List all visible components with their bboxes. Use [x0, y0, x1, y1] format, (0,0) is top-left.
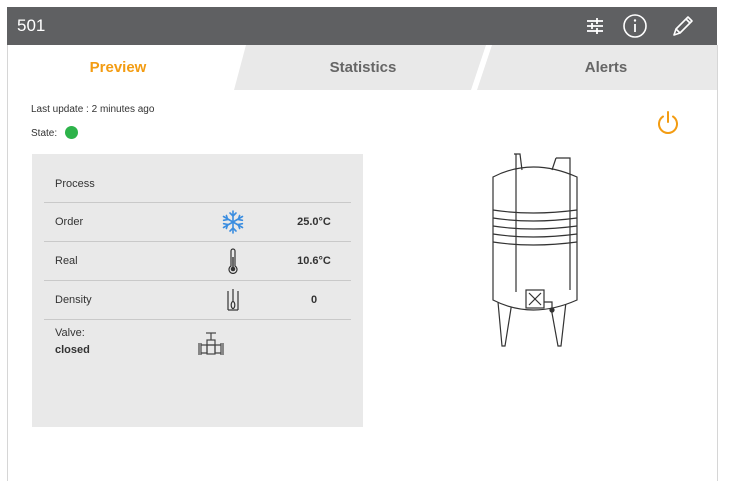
sliders-icon[interactable]	[581, 12, 609, 40]
tab-statistics[interactable]: Statistics	[308, 59, 418, 76]
tab-alerts[interactable]: Alerts	[556, 59, 656, 76]
row-value: 0	[310, 294, 318, 306]
tab-bar: Preview Statistics Alerts	[8, 45, 717, 90]
state-label: State:	[31, 128, 58, 139]
process-panel: Process Order 25.0°C Real 10.6°C Density…	[32, 154, 363, 427]
row-label: Real	[55, 255, 78, 267]
power-icon[interactable]	[654, 109, 682, 137]
process-row-real: Real 10.6°C	[44, 241, 351, 281]
top-bar: 501	[7, 7, 717, 45]
row-value: 10.6°C	[297, 255, 331, 267]
row-label: Order	[55, 216, 84, 228]
row-value: 25.0°C	[297, 216, 331, 228]
divider	[44, 319, 351, 320]
row-label: Density	[55, 294, 92, 306]
info-icon[interactable]	[621, 12, 649, 40]
tank-title: 501	[17, 16, 46, 35]
hydrometer-icon	[220, 287, 246, 313]
state-row: State:	[31, 126, 78, 139]
pencil-icon[interactable]	[669, 12, 697, 40]
preview-content: Last update : 2 minutes ago State: Proce…	[8, 90, 717, 481]
valve-value: closed	[55, 344, 90, 356]
tab-preview[interactable]: Preview	[68, 59, 168, 76]
valve-icon	[196, 330, 226, 360]
state-indicator	[65, 126, 78, 139]
valve-label: Valve:	[55, 327, 85, 339]
snowflake-icon	[220, 209, 246, 235]
process-row-order: Order 25.0°C	[44, 202, 351, 242]
last-update-text: Last update : 2 minutes ago	[31, 104, 155, 115]
thermometer-icon	[220, 248, 246, 274]
process-row-density: Density 0	[44, 280, 351, 320]
tank-illustration	[478, 152, 588, 352]
process-title: Process	[55, 178, 95, 190]
tank-card: Preview Statistics Alerts Last update : …	[7, 45, 718, 481]
